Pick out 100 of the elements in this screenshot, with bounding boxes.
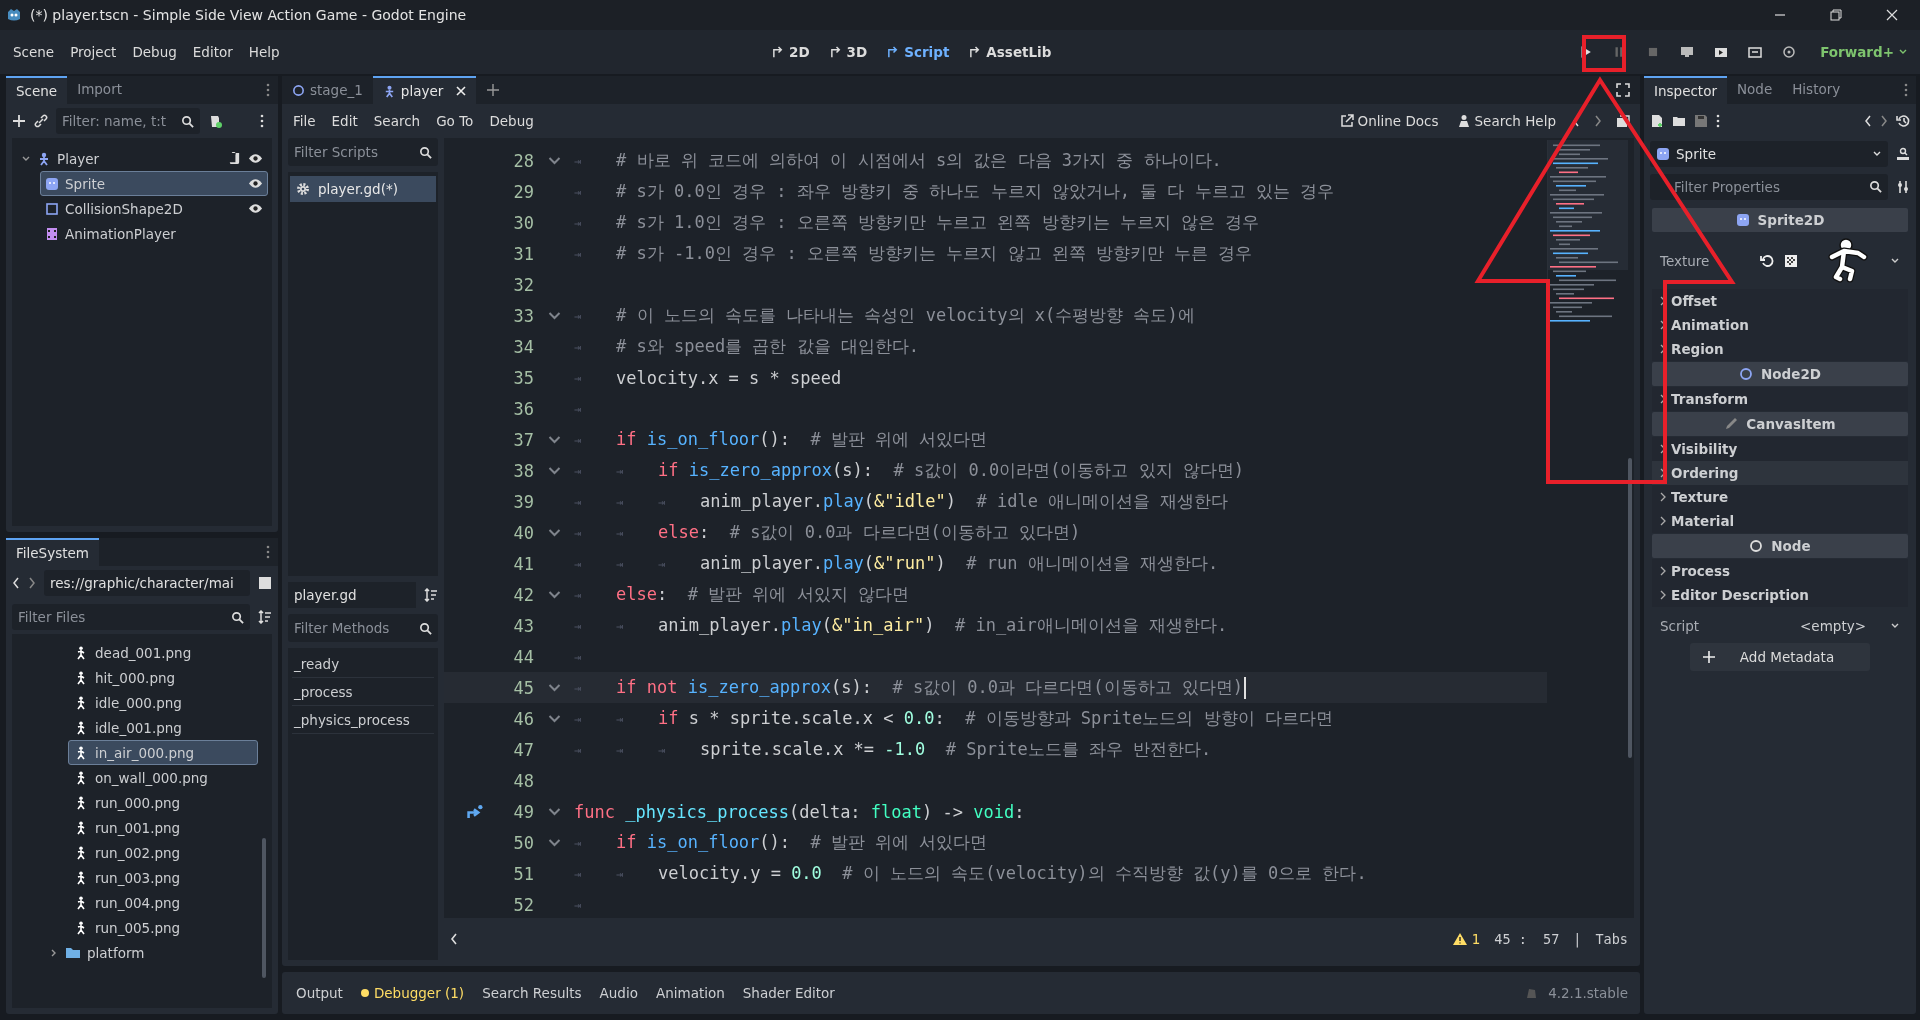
- docs-icon[interactable]: [1896, 146, 1910, 161]
- add-tab-icon[interactable]: [486, 83, 501, 97]
- close-icon[interactable]: [456, 86, 467, 96]
- resource-entry[interactable]: platform: [42, 940, 258, 965]
- menu-icon[interactable]: [266, 83, 270, 97]
- tree-item[interactable]: CollisionShape2D: [40, 196, 268, 221]
- help-link[interactable]: Search Help: [1448, 113, 1564, 129]
- filter-field[interactable]: Filter Files: [12, 604, 250, 630]
- menu-item[interactable]: Edit: [324, 109, 365, 133]
- reset-icon[interactable]: [1760, 254, 1774, 268]
- resource-entry[interactable]: run_000.png: [68, 790, 258, 815]
- resource-entry[interactable]: run_003.png: [68, 865, 258, 890]
- menu-icon[interactable]: [1716, 113, 1720, 128]
- override-icon[interactable]: [466, 804, 484, 819]
- forward-icon[interactable]: [1880, 113, 1888, 128]
- class-header[interactable]: Node: [1652, 534, 1908, 558]
- resource-entry[interactable]: run_004.png: [68, 890, 258, 915]
- visibility-icon[interactable]: [248, 152, 263, 165]
- property-group[interactable]: Visibility: [1652, 437, 1908, 461]
- dock-tab[interactable]: Inspector: [1644, 76, 1727, 104]
- menu-item[interactable]: Search: [366, 109, 428, 133]
- tools-icon[interactable]: [1896, 179, 1910, 194]
- menu-icon[interactable]: [266, 545, 270, 559]
- new-resource-icon[interactable]: [1650, 113, 1664, 128]
- tree-item[interactable]: Sprite: [40, 171, 268, 196]
- forward-icon[interactable]: [1594, 114, 1602, 128]
- property-group[interactable]: Texture: [1652, 485, 1908, 509]
- class-header[interactable]: Sprite2D: [1652, 208, 1908, 232]
- menu-item[interactable]: Project: [63, 40, 124, 64]
- dock-tab[interactable]: History: [1782, 76, 1851, 104]
- dock-tab[interactable]: Import: [67, 76, 132, 104]
- property-group[interactable]: Ordering: [1652, 461, 1908, 485]
- menu-item[interactable]: Go To: [429, 109, 481, 133]
- class-header[interactable]: Node2D: [1652, 362, 1908, 386]
- property-group[interactable]: Transform: [1652, 387, 1908, 411]
- script-item[interactable]: player.gd(*): [290, 176, 436, 202]
- dock-tab[interactable]: FileSystem: [6, 538, 99, 566]
- resource-entry[interactable]: dead_001.png: [68, 640, 258, 665]
- restore-icon[interactable]: [1830, 9, 1842, 21]
- resource-entry[interactable]: run_005.png: [68, 915, 258, 940]
- property-group[interactable]: Editor Description: [1652, 583, 1908, 607]
- method-item[interactable]: _ready: [292, 650, 434, 678]
- visibility-icon[interactable]: [248, 177, 263, 190]
- filter-field[interactable]: Filter: name, t:t: [56, 108, 200, 134]
- bottom-panel-tab[interactable]: Search Results: [474, 981, 590, 1005]
- resource-entry[interactable]: hit_000.png: [68, 665, 258, 690]
- forward-icon[interactable]: [28, 576, 36, 590]
- class-header[interactable]: CanvasItem: [1652, 412, 1908, 436]
- menu-item[interactable]: Debug: [482, 109, 541, 133]
- save-icon[interactable]: [1694, 113, 1708, 128]
- menu-icon[interactable]: [260, 114, 264, 128]
- checker-icon[interactable]: [1784, 254, 1798, 268]
- add-icon[interactable]: [12, 114, 26, 128]
- dock-tab[interactable]: Scene: [6, 76, 68, 104]
- toggle-panel-icon[interactable]: [450, 932, 458, 946]
- filter-field[interactable]: Filter Methods: [288, 614, 438, 642]
- filter-field[interactable]: Filter Properties: [1650, 173, 1888, 200]
- document-tab[interactable]: player: [372, 76, 477, 104]
- script-icon[interactable]: [227, 152, 242, 165]
- docs-link[interactable]: Online Docs: [1331, 113, 1447, 129]
- dock-tab[interactable]: Node: [1727, 76, 1783, 104]
- bottom-panel-tab[interactable]: Shader Editor: [734, 981, 843, 1005]
- close-icon[interactable]: [1886, 9, 1898, 21]
- fullscreen-icon[interactable]: [1616, 83, 1630, 97]
- scrollbar-thumb[interactable]: [262, 838, 266, 978]
- method-item[interactable]: _process: [292, 678, 434, 706]
- menu-item[interactable]: File: [286, 109, 323, 133]
- workspace-tab[interactable]: 3D: [823, 40, 874, 64]
- property-group[interactable]: Region: [1652, 337, 1908, 361]
- resource-entry[interactable]: idle_000.png: [68, 690, 258, 715]
- script-value[interactable]: <empty>: [1800, 618, 1866, 634]
- workspace-tab[interactable]: Script: [881, 40, 956, 64]
- property-group[interactable]: Offset: [1652, 289, 1908, 313]
- warning-count[interactable]: 1: [1452, 931, 1481, 947]
- sort-icon[interactable]: [258, 610, 272, 624]
- sort-icon[interactable]: [424, 588, 438, 602]
- script-add-icon[interactable]: [208, 114, 222, 128]
- resource-entry[interactable]: run_001.png: [68, 815, 258, 840]
- menu-item[interactable]: Debug: [125, 40, 184, 64]
- scrollbar-thumb[interactable]: [1628, 458, 1632, 758]
- resource-entry[interactable]: idle_001.png: [68, 715, 258, 740]
- property-group[interactable]: Animation: [1652, 313, 1908, 337]
- visibility-icon[interactable]: [248, 202, 263, 215]
- history-icon[interactable]: [1896, 113, 1910, 128]
- menu-item[interactable]: Scene: [6, 40, 62, 64]
- back-icon[interactable]: [12, 576, 20, 590]
- menu-item[interactable]: Editor: [185, 40, 240, 64]
- resource-entry[interactable]: in_air_000.png: [68, 740, 258, 765]
- bottom-panel-tab[interactable]: Debugger (1): [352, 981, 473, 1005]
- bottom-panel-tab[interactable]: Audio: [591, 981, 646, 1005]
- property-group[interactable]: Material: [1652, 509, 1908, 533]
- menu-icon[interactable]: [1904, 83, 1908, 97]
- resource-entry[interactable]: on_wall_000.png: [68, 765, 258, 790]
- bottom-panel-tab[interactable]: Animation: [647, 981, 733, 1005]
- link-icon[interactable]: [34, 114, 48, 128]
- filter-field[interactable]: Filter Scripts: [288, 138, 438, 166]
- method-item[interactable]: _physics_process: [292, 706, 434, 734]
- document-tab[interactable]: stage_1: [282, 76, 373, 104]
- back-icon[interactable]: [1864, 113, 1872, 128]
- workspace-tab[interactable]: 2D: [766, 40, 816, 64]
